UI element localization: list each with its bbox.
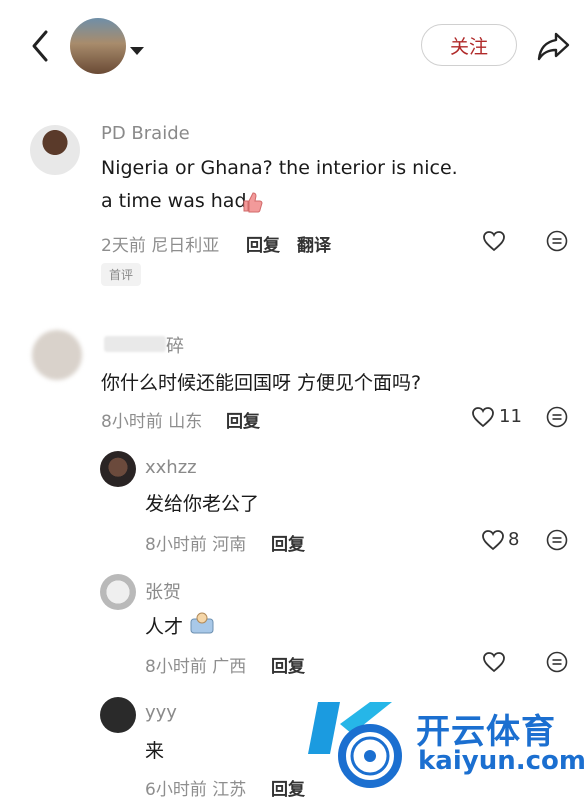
thumbs-up-emoji-icon bbox=[243, 192, 263, 213]
reply-author[interactable]: 张贺 bbox=[145, 578, 181, 604]
chevron-down-icon[interactable] bbox=[130, 47, 144, 55]
more-icon[interactable] bbox=[546, 529, 568, 551]
avatar[interactable] bbox=[100, 697, 136, 733]
comment-author[interactable]: PD Braide bbox=[101, 123, 190, 144]
avatar[interactable] bbox=[100, 451, 136, 487]
heart-icon[interactable] bbox=[481, 529, 505, 551]
watermark-url: kaiyun.com bbox=[418, 746, 586, 776]
comment-text: 你什么时候还能回国呀 方便见个面吗? bbox=[101, 372, 422, 394]
avatar[interactable] bbox=[100, 574, 136, 610]
author-avatar[interactable] bbox=[70, 18, 126, 74]
more-icon[interactable] bbox=[546, 406, 568, 428]
reply-button[interactable]: 回复 bbox=[271, 652, 305, 677]
like-count: 11 bbox=[499, 406, 522, 427]
comment-time-location: 2天前 尼日利亚 bbox=[101, 236, 220, 256]
top-bar: 关注 bbox=[0, 0, 588, 90]
reply-text: 人才 bbox=[145, 616, 184, 638]
reply-button[interactable]: 回复 bbox=[226, 407, 260, 432]
back-icon[interactable] bbox=[26, 26, 54, 66]
blurred-name bbox=[104, 336, 166, 352]
comment-time-location: 8小时前 山东 bbox=[101, 412, 203, 432]
like-count: 8 bbox=[508, 529, 520, 550]
reply-button[interactable]: 回复 bbox=[246, 231, 280, 256]
reply-author[interactable]: yyy bbox=[145, 702, 177, 723]
comment-author[interactable]: 碎 bbox=[166, 332, 184, 358]
kaiyun-logo-icon bbox=[308, 702, 402, 788]
reply-author[interactable]: xxhzz bbox=[145, 457, 197, 478]
reply-text: 来 bbox=[145, 740, 165, 762]
reply-text: 发给你老公了 bbox=[145, 493, 260, 515]
comment-text: Nigeria or Ghana? the interior is nice. bbox=[101, 157, 458, 179]
more-icon[interactable] bbox=[546, 651, 568, 673]
reply-time-location: 8小时前 广西 bbox=[145, 657, 247, 677]
reply-time-location: 6小时前 江苏 bbox=[145, 780, 247, 800]
heart-icon[interactable] bbox=[482, 651, 506, 673]
share-icon[interactable] bbox=[536, 28, 572, 64]
comment-text: a time was had bbox=[101, 190, 247, 212]
more-icon[interactable] bbox=[546, 230, 568, 252]
translate-button[interactable]: 翻译 bbox=[297, 231, 331, 256]
follow-button[interactable]: 关注 bbox=[421, 24, 517, 66]
heart-icon[interactable] bbox=[471, 406, 495, 428]
reply-time-location: 8小时前 河南 bbox=[145, 535, 247, 555]
watermark: 开云体育 kaiyun.com bbox=[300, 690, 588, 793]
heart-icon[interactable] bbox=[482, 230, 506, 252]
avatar[interactable] bbox=[30, 125, 80, 175]
emoji-icon bbox=[190, 612, 214, 634]
reply-button[interactable]: 回复 bbox=[271, 530, 305, 555]
avatar[interactable] bbox=[32, 330, 82, 380]
first-comment-badge: 首评 bbox=[101, 263, 142, 286]
